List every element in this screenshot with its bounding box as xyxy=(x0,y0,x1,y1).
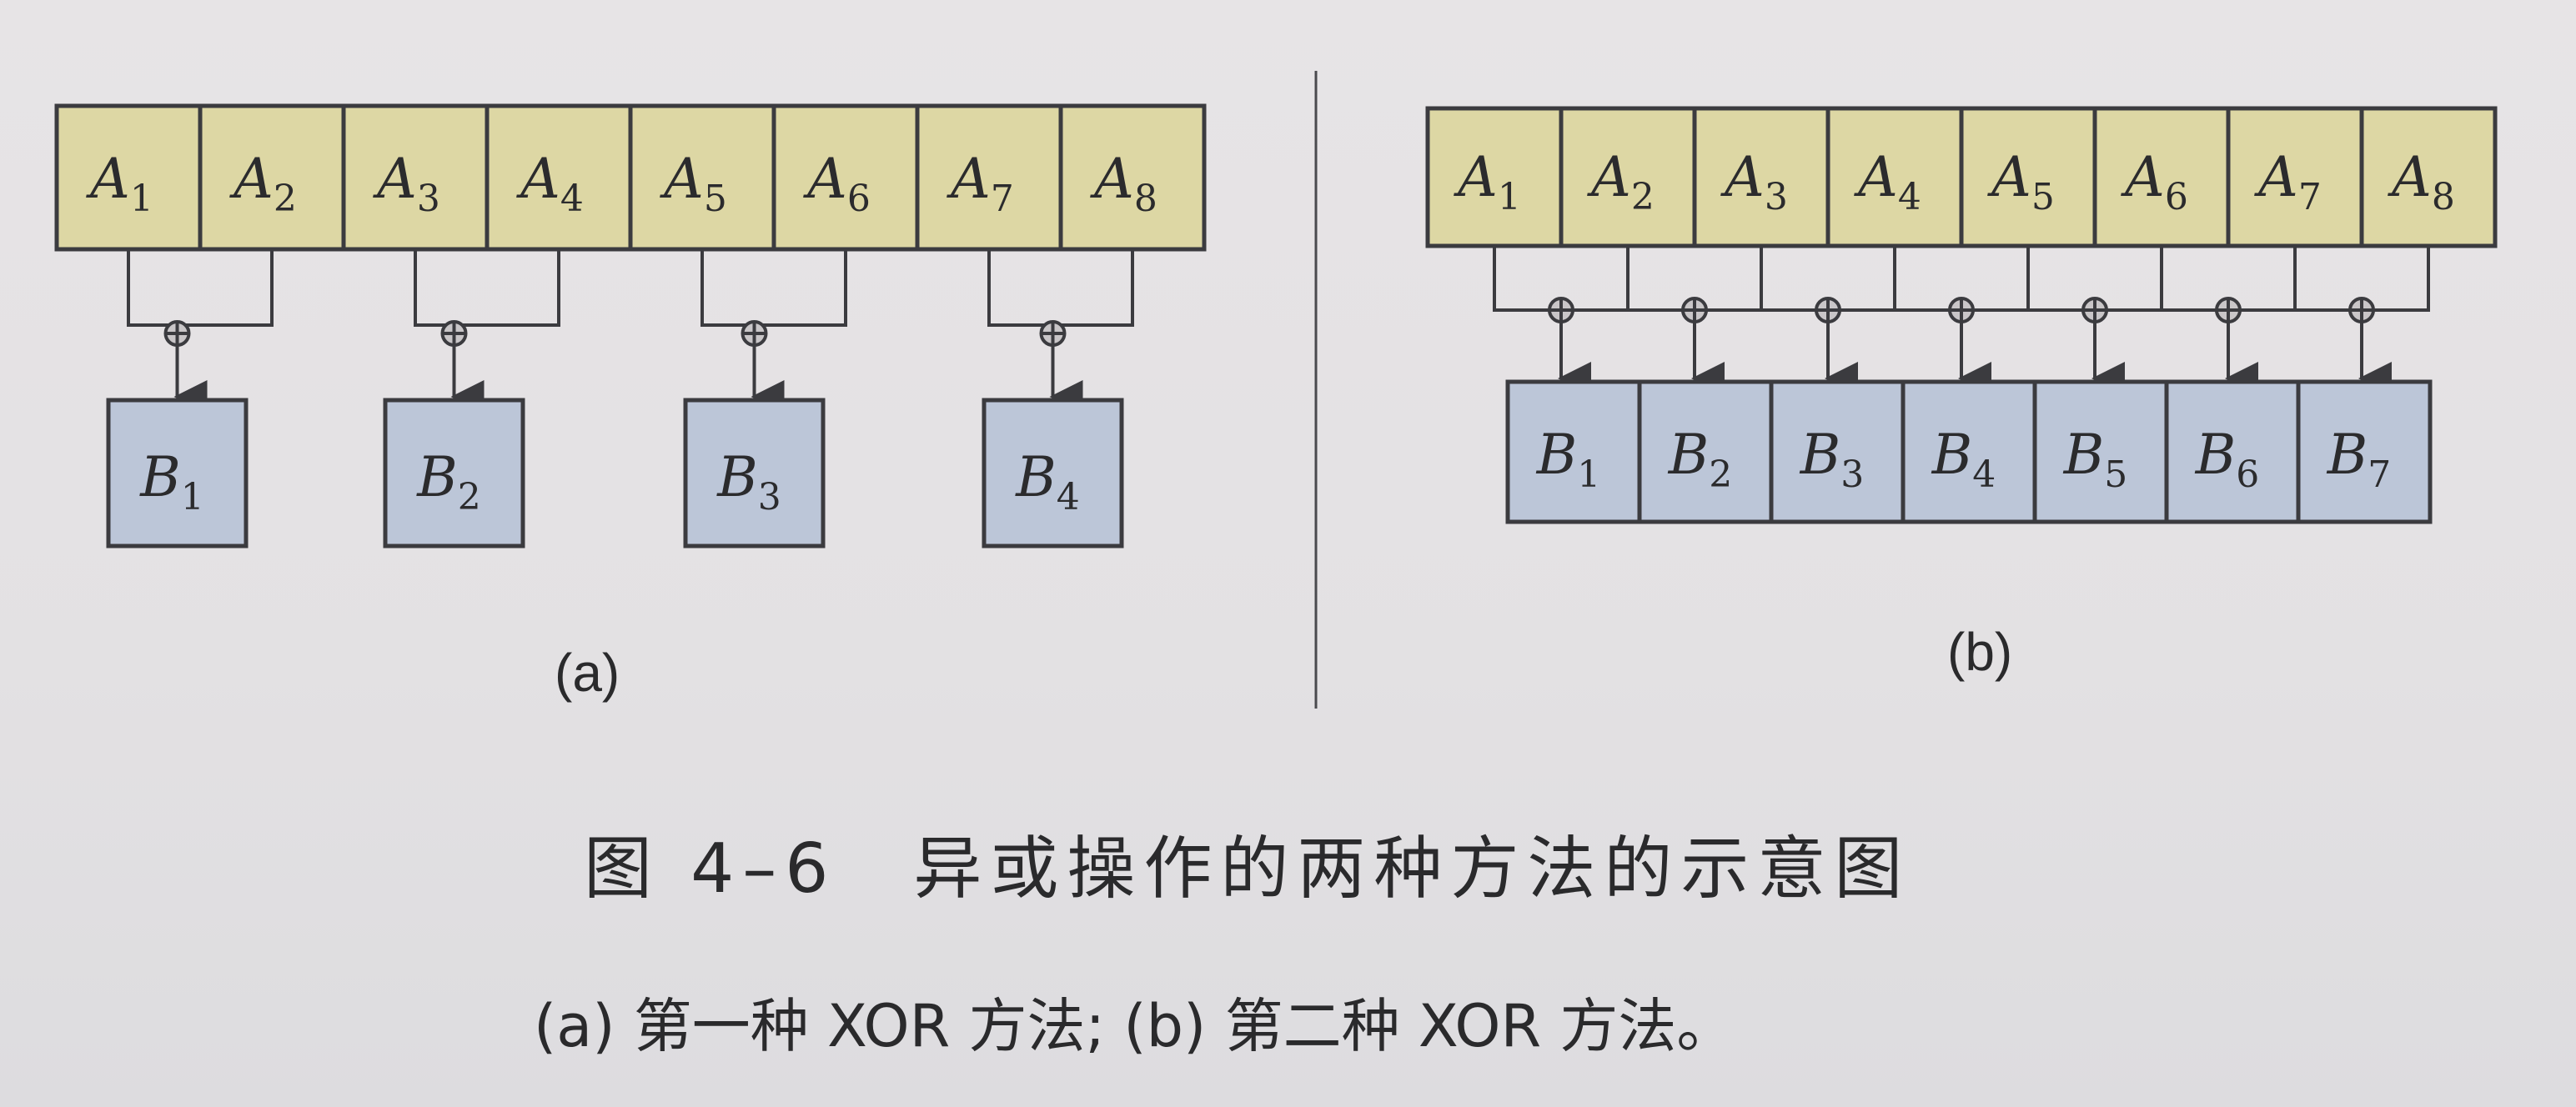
xor-circle-plus-icon xyxy=(163,320,191,347)
xor-circle-plus-icon xyxy=(2081,297,2108,323)
pair-bracket xyxy=(127,249,274,327)
panel-b: A1 A2 A3 A4 A5 A6 A7 A8B1 B2 B3 B4 B5 B6 B7 xyxy=(1425,106,2498,524)
panel-b-label: (b) xyxy=(1947,622,2013,682)
xor-circle-plus-icon xyxy=(440,320,468,347)
xor-circle-plus-icon xyxy=(1948,297,1975,323)
xor-circle-plus-icon xyxy=(1815,297,1841,323)
xor-circle-plus-icon xyxy=(1548,297,1574,323)
pair-bracket xyxy=(700,249,847,327)
xor-circle-plus-icon xyxy=(2215,297,2242,323)
xor-diagram: A1 A2 A3 A4 A5 A6 A7 A8B1 B2 B3 B4 A1 A2 A3 A4 A5 A6 A7 A… xyxy=(54,71,2498,709)
pair-bracket xyxy=(414,249,560,327)
pair-bracket xyxy=(987,249,1134,327)
xor-circle-plus-icon xyxy=(741,320,768,347)
panel-a: A1 A2 A3 A4 A5 A6 A7 A8B1 B2 B3 B4 xyxy=(54,103,1207,548)
xor-circle-plus-icon xyxy=(1681,297,1708,323)
figure-caption-subtitle: (a) 第一种 XOR 方法; (b) 第二种 XOR 方法。 xyxy=(534,992,1735,1060)
figure-caption-title: 图 4–6 异或操作的两种方法的示意图 xyxy=(584,829,1911,909)
panel-a-label: (a) xyxy=(555,643,620,703)
xor-circle-plus-icon xyxy=(1039,320,1067,347)
xor-circle-plus-icon xyxy=(2348,297,2375,323)
